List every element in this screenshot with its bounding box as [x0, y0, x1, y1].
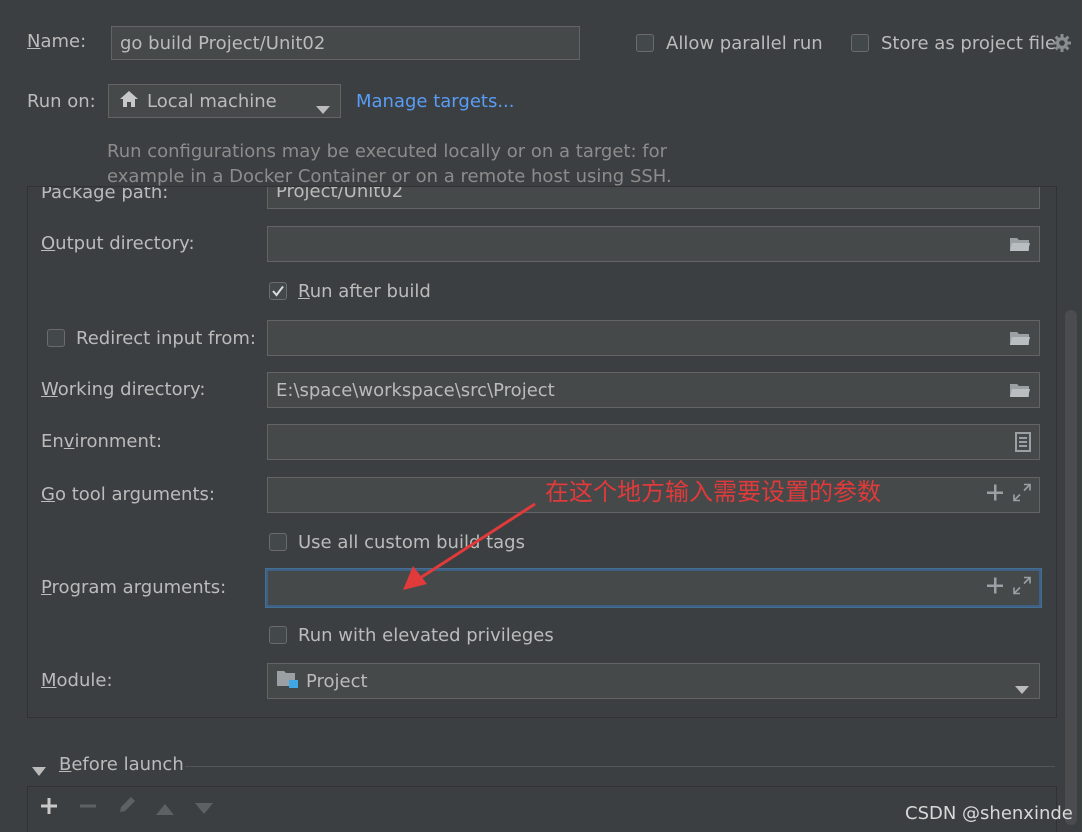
minus-icon[interactable] [79, 797, 97, 820]
working-directory-input[interactable]: E:\space\workspace\src\Project [267, 372, 1040, 408]
before-launch-divider [185, 766, 1055, 767]
configuration-panel[interactable]: Package path: Project/Unit02 Output dire… [27, 186, 1057, 718]
module-label: Module: [41, 670, 113, 691]
redirect-input-label: Redirect input from: [76, 328, 256, 349]
edit-pencil-icon[interactable] [117, 795, 137, 820]
output-directory-input[interactable] [267, 226, 1040, 262]
name-label: Name: [27, 31, 87, 52]
expand-icon[interactable] [1013, 576, 1031, 600]
store-project-checkbox[interactable] [851, 34, 869, 52]
home-icon [119, 90, 139, 113]
go-tool-arguments-actions [987, 483, 1031, 507]
program-arguments-label: Program arguments: [41, 577, 227, 598]
run-on-dropdown[interactable]: Local machine [108, 84, 341, 118]
custom-build-tags-checkbox[interactable] [269, 533, 287, 551]
before-launch-panel [27, 786, 1057, 832]
environment-input[interactable] [267, 424, 1040, 460]
go-tool-arguments-label: Go tool arguments: [41, 484, 215, 505]
program-arguments-input[interactable] [266, 569, 1041, 607]
program-arguments-actions [987, 576, 1031, 600]
run-after-build-label: Run after build [298, 281, 431, 302]
folder-icon[interactable] [1009, 382, 1031, 398]
folder-icon[interactable] [1009, 330, 1031, 346]
environment-label: Environment: [41, 431, 163, 452]
name-input-value: go build Project/Unit02 [120, 32, 326, 54]
package-path-input[interactable]: Project/Unit02 [267, 186, 1040, 209]
chevron-down-icon [316, 98, 330, 117]
plus-icon[interactable] [987, 577, 1003, 599]
before-launch-label[interactable]: Before launch [59, 754, 184, 775]
vertical-scrollbar[interactable] [1065, 310, 1077, 825]
chevron-down-icon [1015, 678, 1029, 698]
run-after-build-checkbox[interactable] [269, 282, 287, 300]
working-directory-label: Working directory: [41, 379, 206, 400]
collapse-triangle-icon[interactable] [32, 761, 46, 782]
move-down-icon[interactable] [195, 799, 213, 820]
allow-parallel-label: Allow parallel run [666, 33, 823, 54]
run-on-hint: Run configurations may be executed local… [107, 139, 672, 189]
module-dropdown[interactable]: Project [267, 663, 1040, 699]
manage-targets-link[interactable]: Manage targets... [356, 91, 515, 112]
elevated-privileges-checkbox[interactable] [269, 626, 287, 644]
output-directory-label: Output directory: [41, 233, 195, 254]
expand-icon[interactable] [1013, 483, 1031, 507]
watermark-text: CSDN @shenxinde [905, 803, 1073, 824]
allow-parallel-checkbox[interactable] [636, 34, 654, 52]
move-up-icon[interactable] [156, 799, 174, 820]
package-path-value: Project/Unit02 [276, 186, 404, 202]
redirect-input-checkbox[interactable] [47, 329, 65, 347]
package-path-label: Package path: [41, 186, 169, 203]
document-icon[interactable] [1015, 432, 1031, 452]
module-value: Project [306, 670, 368, 692]
run-on-value: Local machine [147, 90, 277, 112]
plus-icon[interactable] [987, 484, 1003, 506]
annotation-text: 在这个地方输入需要设置的参数 [545, 478, 881, 506]
name-input[interactable]: go build Project/Unit02 [111, 26, 580, 60]
annotation-arrow-icon [403, 502, 536, 590]
plus-icon[interactable] [40, 797, 58, 820]
module-folder-icon [276, 669, 300, 694]
elevated-privileges-label: Run with elevated privileges [298, 625, 554, 646]
hint-line-1: Run configurations may be executed local… [107, 141, 668, 162]
store-project-label: Store as project file [881, 33, 1057, 54]
folder-icon[interactable] [1009, 236, 1031, 252]
gear-icon[interactable] [1052, 33, 1072, 58]
run-on-label: Run on: [27, 91, 96, 112]
redirect-input-field[interactable] [267, 320, 1040, 356]
working-directory-value: E:\space\workspace\src\Project [276, 379, 555, 401]
